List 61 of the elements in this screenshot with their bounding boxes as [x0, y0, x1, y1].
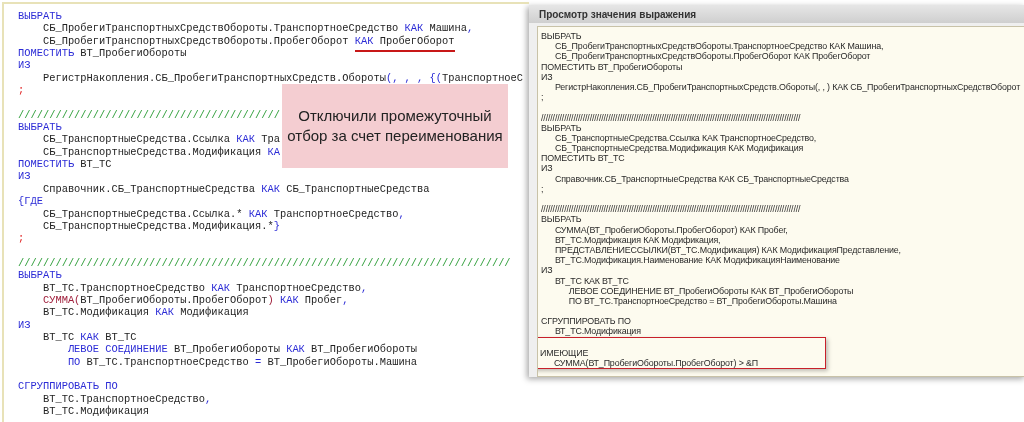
code-line: СУММА(ВТ_ПробегиОбороты.ПробегОборот) КАК Пробег, — [41, 293, 349, 307]
code-line: ВЫБРАТЬ — [18, 121, 62, 134]
code-line: СБ_ПробегиТранспортныхСредствОбороты.ТранспортноеСредство КАК Машина, — [41, 22, 474, 35]
text-line: ВЫБРАТЬ — [541, 31, 583, 42]
code-line: СБ_ПробегиТранспортныхСредствОбороты.ПробегОборот КАК ПробегОборот — [18, 34, 455, 48]
code-line: ВТ_ТС.Модификация КАК Модификация — [41, 306, 249, 319]
text-line: ЛЕВОЕ СОЕДИНЕНИЕ ВТ_ПробегиОбороты КАК ВТ_ПробегиОбороты — [568, 285, 855, 296]
text-line: РегистрНакопления.СБ_ПробегиТранспортныхСредств.Обороты(, , ) КАК СБ_ПробегиТранспортныхСредствОборот — [553, 81, 1022, 93]
text-line: ИЗ — [541, 265, 554, 276]
text-line: ПО ВТ_ТС.ТранспортноеСредство = ВТ_ПробегиОбороты.Машина — [567, 295, 837, 307]
text-line: //////////////////////////////////////////////////////////////////////////////////////////////////////////////// — [541, 204, 802, 215]
callout-note: Отключили промежуточный отбор за счет переименования — [282, 84, 508, 168]
text-line: //////////////////////////////////////////////////////////////////////////////////////////////////////////////// — [541, 112, 802, 123]
code-line: ИЗ — [18, 59, 31, 72]
code-line: СБ_ТранспортныеСредства.Ссылка.* КАК ТранспортноеСредство, — [41, 207, 405, 220]
text-line: ПОМЕСТИТЬ ВТ_ПробегиОбороты — [541, 61, 684, 72]
code-line: Справочник.СБ_ТранспортныеСредства КАК СБ_ТранспортныеСредства — [41, 182, 430, 196]
text-line: ИЗ — [541, 71, 554, 82]
code-line: ВЫБРАТЬ — [18, 10, 62, 22]
text-line: СБ_ТранспортныеСредства.Модификация КАК Модификация — [553, 143, 805, 154]
text-line: СУММА(ВТ_ПробегиОбороты.ПробегОборот) > &П — [552, 358, 759, 369]
text-line: Справочник.СБ_ТранспортныеСредства КАК СБ_ТранспортныеСредства — [553, 173, 850, 184]
text-line: ИМЕЮЩИЕ — [540, 347, 590, 358]
text-line: ИЗ — [541, 163, 554, 174]
text-line: СУММА(ВТ_ПробегиОбороты.ПробегОборот) КАК Пробег, — [553, 224, 789, 235]
code-line: СБ_ТранспортныеСредства.Модификация.*} — [41, 219, 280, 233]
code-line: СБ_ТранспортныеСредства.Ссылка КАК Тра — [41, 133, 280, 146]
code-line: ИЗ — [18, 318, 31, 331]
text-line: СБ_ПробегиТранспортныхСредствОбороты.ПробегОборот КАК ПробегОборот — [553, 51, 872, 62]
text-line: ; — [541, 183, 545, 194]
code-line: ВТ_ТС.ТранспортноеСредство, — [41, 392, 212, 405]
text-line: СБ_ТранспортныеСредства.Ссылка КАК ТранспортноеСредство, — [553, 132, 818, 144]
text-line: ВТ_ТС КАК ВТ_ТС — [553, 275, 630, 286]
code-line: ////////////////////////////////////////// — [18, 108, 280, 122]
code-line: ВЫБРАТЬ — [18, 269, 62, 282]
code-line: ; — [18, 84, 25, 97]
code-line: ВТ_ТС.ТранспортноеСредство КАК ТранспортноеСредство, — [41, 281, 368, 294]
code-line: ПОМЕСТИТЬ ВТ_ТС — [18, 158, 112, 171]
window-title: Просмотр значения выражения — [529, 5, 1024, 23]
text-line: ; — [541, 92, 545, 103]
code-line: /////////////////////////////////////////////////////////////////////////////// — [18, 256, 511, 270]
text-line: ПОМЕСТИТЬ ВТ_ТС — [541, 153, 626, 164]
code-line: {ГДЕ — [18, 195, 43, 208]
text-line: ВТ_ТС.Модификация.Наименование КАК МодификацияНаименование — [553, 255, 841, 266]
code-line: ВТ_ТС.Модификация — [41, 405, 149, 418]
text-line: ВТ_ТС.Модификация КАК Модификация, — [553, 234, 721, 245]
text-line: СГРУППИРОВАТЬ ПО — [541, 316, 632, 327]
text-line: ВЫБРАТЬ — [541, 122, 583, 133]
code-line: СБ_ТранспортныеСредства.Модификация КА — [41, 145, 280, 159]
code-line: ; — [18, 232, 25, 245]
code-line: ПО ВТ_ТС.ТранспортноеСредство = ВТ_ПробегиОбороты.Машина — [66, 355, 418, 368]
code-line: СГРУППИРОВАТЬ ПО — [18, 380, 118, 393]
code-line: ИЗ — [18, 170, 31, 183]
text-line: ВТ_ТС.Модификация — [553, 326, 642, 337]
code-line: ПОМЕСТИТЬ ВТ_ПробегиОбороты — [18, 47, 187, 60]
text-line: ВЫБРАТЬ — [541, 214, 583, 225]
code-line: ВТ_ТС КАК ВТ_ТС — [41, 330, 137, 344]
text-line: СБ_ПробегиТранспортныхСредствОбороты.ТранспортноеСредство КАК Машина, — [553, 41, 885, 52]
text-line: ПРЕДСТАВЛЕНИЕССЫЛКИ(ВТ_ТС.Модификация) КАК МодификацияПредставление, — [553, 244, 902, 256]
code-line: РегистрНакопления.СБ_ПробегиТранспортныхСредств.Обороты(, , , {(ТранспортноеС — [41, 71, 524, 85]
code-line: ЛЕВОЕ СОЕДИНЕНИЕ ВТ_ПробегиОбороты КАК ВТ_ПробегиОбороты — [66, 343, 418, 356]
